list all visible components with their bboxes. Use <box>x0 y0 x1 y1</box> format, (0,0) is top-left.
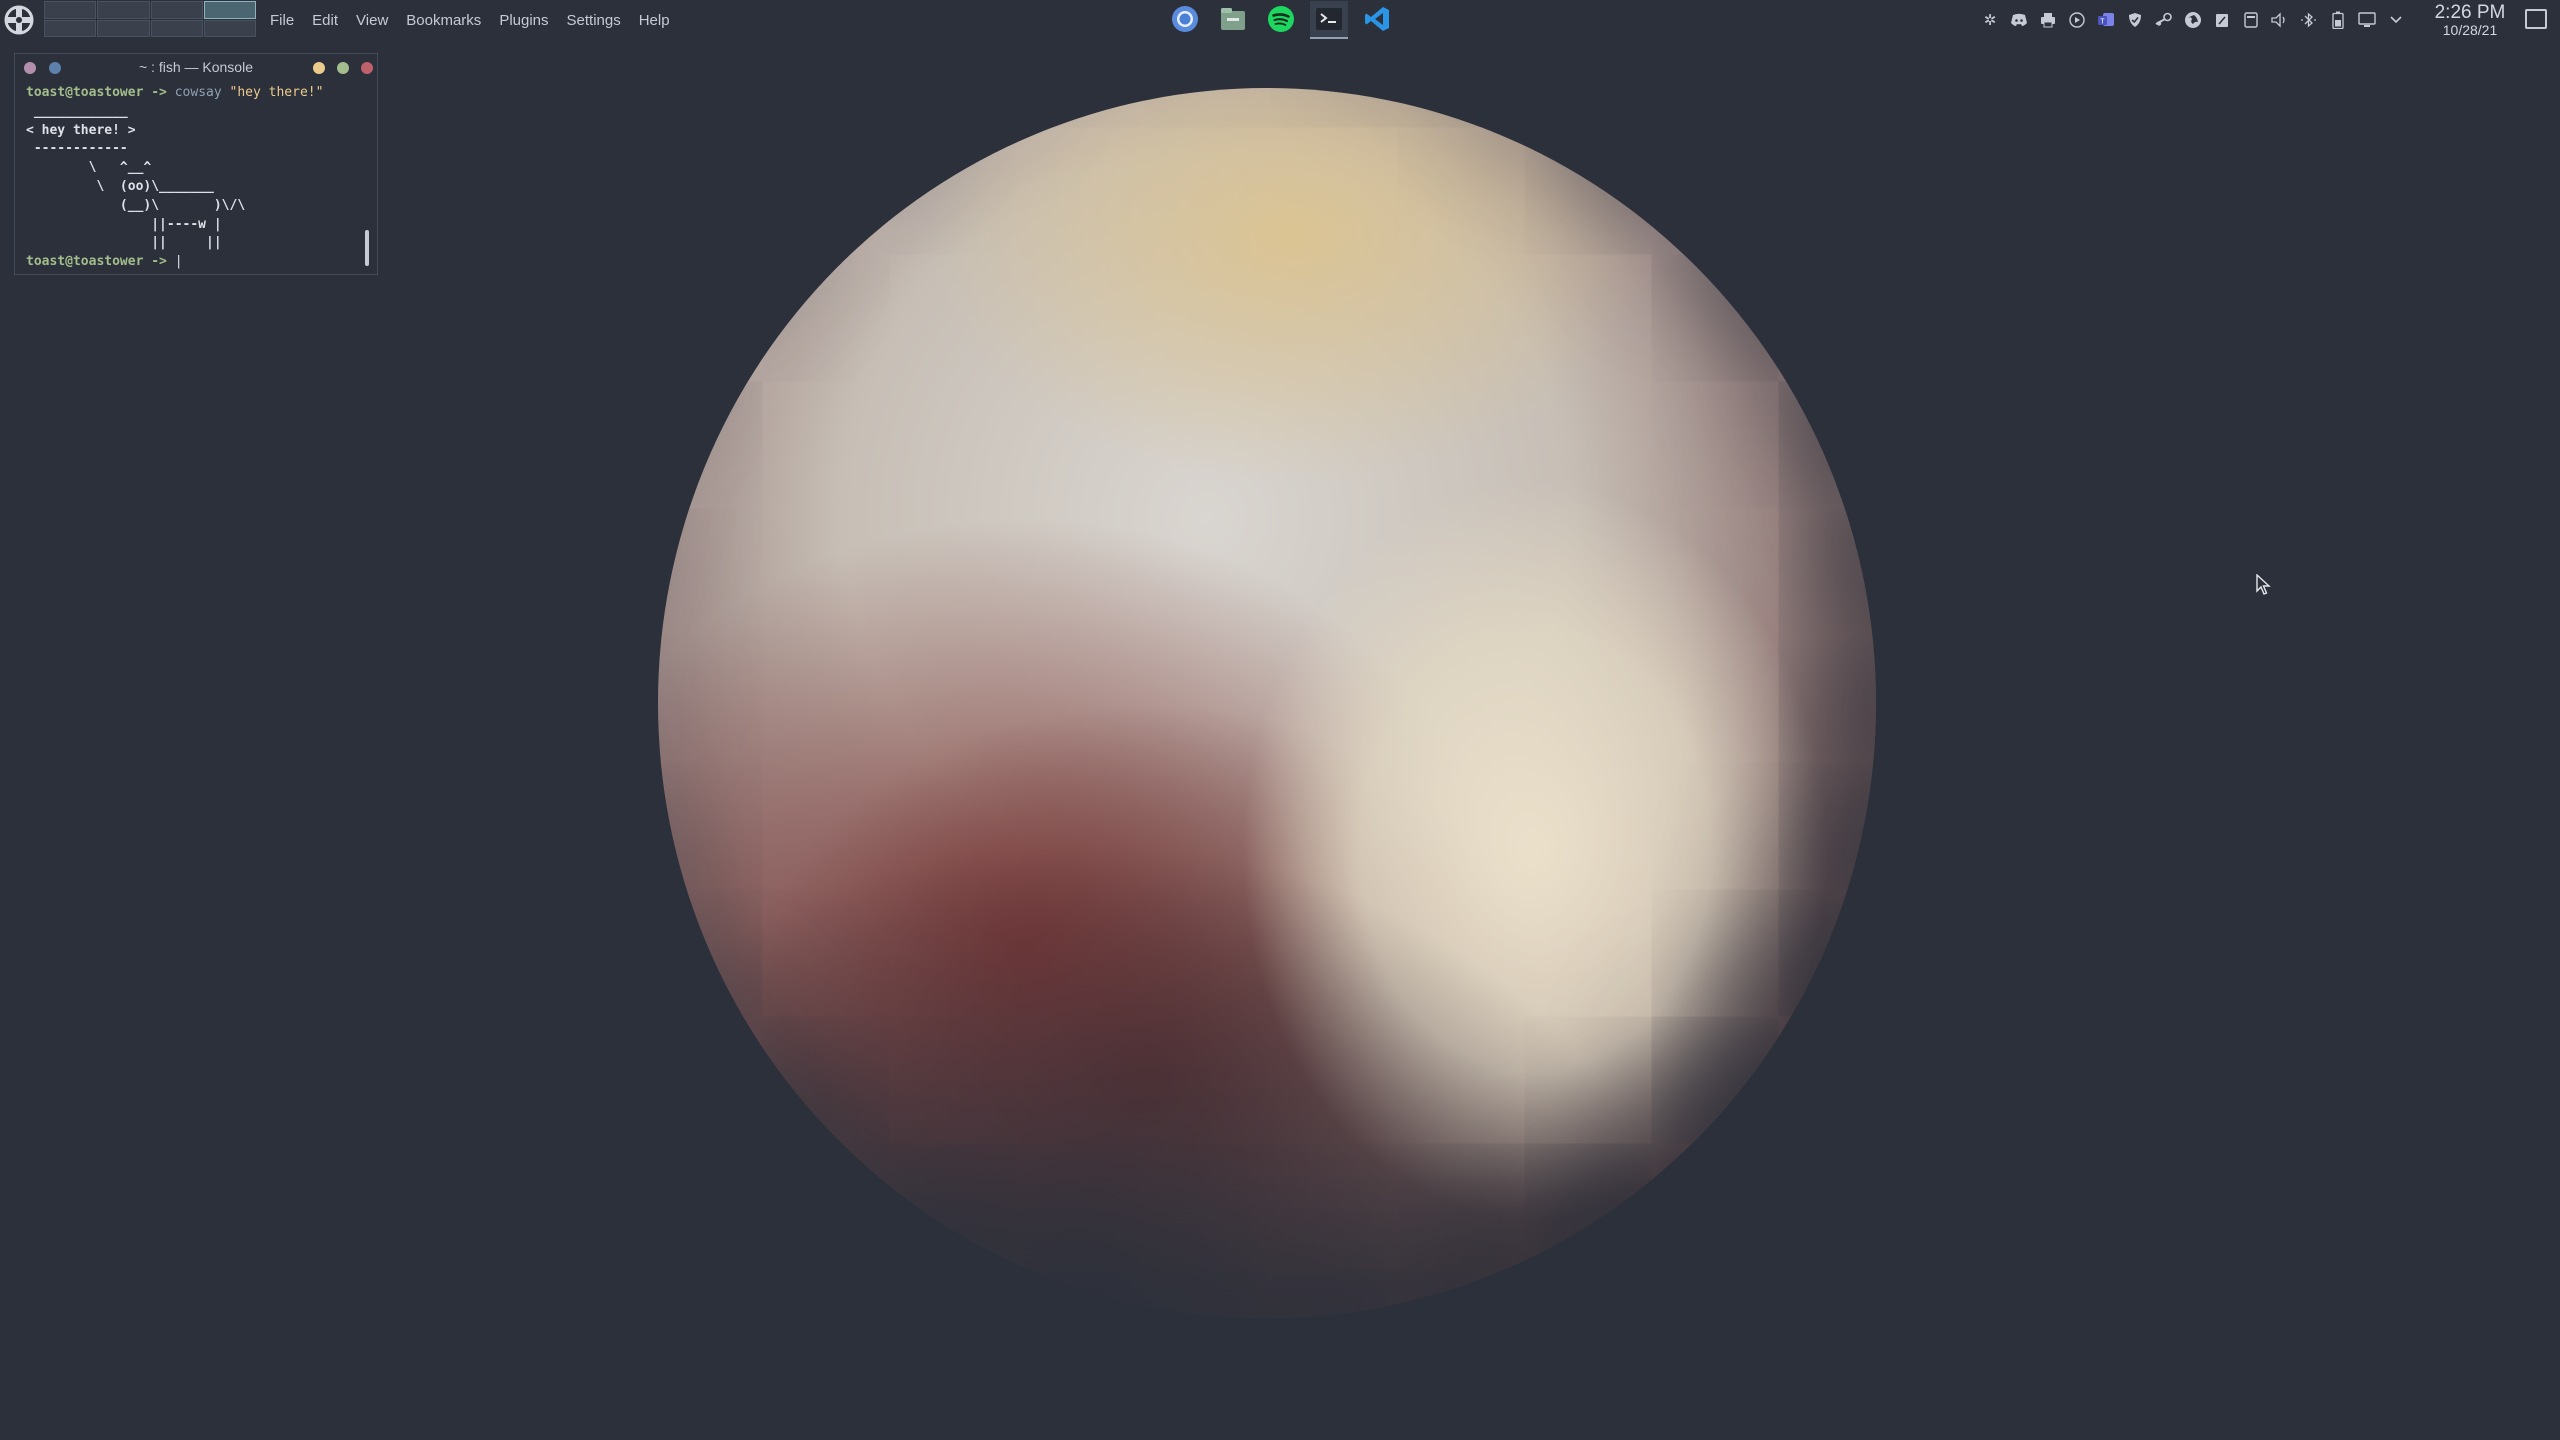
storage-icon[interactable] <box>2241 10 2261 30</box>
cowsay-line: \ (oo)\_______ <box>26 178 214 194</box>
desktop[interactable]: File Edit View Bookmarks Plugins Setting… <box>0 0 2560 1440</box>
file-manager-icon <box>1221 8 1245 30</box>
terminal-prompt: toast@toastower -> <box>26 85 167 100</box>
cowsay-line: \ ^__^ <box>26 160 152 176</box>
menu-settings[interactable]: Settings <box>567 12 621 29</box>
display-icon[interactable] <box>2357 10 2377 30</box>
cowsay-line: < hey there! > <box>26 122 136 138</box>
desktop-1[interactable] <box>44 1 97 19</box>
network-globe-icon[interactable] <box>2183 10 2203 30</box>
mouse-cursor-icon <box>2256 574 2271 595</box>
desktop-6[interactable] <box>97 19 150 37</box>
bluetooth-icon[interactable] <box>2299 10 2319 30</box>
desktop-5[interactable] <box>44 19 97 37</box>
task-spotify[interactable] <box>1262 1 1300 39</box>
cowsay-line: ||----w | <box>26 216 222 232</box>
desktop-8[interactable] <box>203 19 256 37</box>
terminal-scrollbar[interactable] <box>365 230 369 266</box>
konsole-window[interactable]: ~ : fish — Konsole toast@toastower -> co… <box>14 53 378 275</box>
teams-icon[interactable]: T <box>2096 10 2116 30</box>
clock-time: 2:26 PM <box>2434 2 2506 23</box>
task-manager <box>1166 0 1396 40</box>
media-player-icon[interactable] <box>2067 10 2087 30</box>
terminal-prompt: toast@toastower -> <box>26 254 167 270</box>
clock-date: 10/28/21 <box>2442 22 2498 38</box>
task-file-manager[interactable] <box>1214 1 1252 39</box>
digital-clock[interactable]: 2:26 PM 10/28/21 <box>2428 1 2512 37</box>
desktop-4[interactable] <box>203 1 256 19</box>
maximize-button[interactable] <box>337 62 349 74</box>
terminal-command: cowsay <box>174 85 222 100</box>
close-button[interactable] <box>361 62 373 74</box>
top-panel: File Edit View Bookmarks Plugins Setting… <box>0 0 2560 40</box>
wallpaper-shadow <box>658 88 1876 1318</box>
task-chromium[interactable] <box>1166 1 1204 39</box>
system-tray: ✲ T <box>1980 0 2406 40</box>
vpn-shield-icon[interactable] <box>2125 10 2145 30</box>
cowsay-line: (__)\ )\/\ <box>26 197 246 213</box>
task-vscode[interactable] <box>1358 1 1396 39</box>
desktop-3[interactable] <box>150 1 203 19</box>
task-konsole[interactable] <box>1310 1 1348 39</box>
volume-icon[interactable] <box>2270 10 2290 30</box>
vscode-icon <box>1365 7 1389 31</box>
minimize-button[interactable] <box>313 62 325 74</box>
terminal-output[interactable]: toast@toastower -> cowsay "hey there!" _… <box>15 80 377 272</box>
text-cursor: | <box>174 254 183 270</box>
spotify-icon <box>1268 6 1294 32</box>
desktop-2[interactable] <box>97 1 150 19</box>
menu-file[interactable]: File <box>270 12 294 29</box>
menu-edit[interactable]: Edit <box>312 12 338 29</box>
steam-icon[interactable] <box>2154 10 2174 30</box>
global-menu-bar: File Edit View Bookmarks Plugins Setting… <box>270 0 670 40</box>
menu-bookmarks[interactable]: Bookmarks <box>406 12 481 29</box>
battery-icon[interactable] <box>2328 10 2348 30</box>
terminal-icon <box>1316 8 1342 30</box>
notifications-icon[interactable]: ✲ <box>1980 10 2000 30</box>
show-desktop-button[interactable] <box>2525 9 2547 29</box>
terminal-argument: "hey there!" <box>229 85 324 100</box>
application-launcher-icon[interactable] <box>2 2 36 38</box>
menu-help[interactable]: Help <box>639 12 670 29</box>
window-titlebar[interactable]: ~ : fish — Konsole <box>15 54 377 80</box>
desktop-7[interactable] <box>150 19 203 37</box>
expand-tray-icon[interactable] <box>2386 10 2406 30</box>
discord-icon[interactable] <box>2009 10 2029 30</box>
clipboard-icon[interactable] <box>2212 10 2232 30</box>
chromium-icon <box>1172 6 1198 32</box>
svg-text:T: T <box>2100 19 2105 26</box>
printer-icon[interactable] <box>2038 10 2058 30</box>
cowsay-line: ____________ <box>26 103 128 119</box>
menu-plugins[interactable]: Plugins <box>499 12 548 29</box>
cowsay-line: ------------ <box>26 141 128 157</box>
virtual-desktop-pager[interactable] <box>44 1 256 37</box>
menu-view[interactable]: View <box>356 12 388 29</box>
cowsay-line: || || <box>26 235 222 251</box>
